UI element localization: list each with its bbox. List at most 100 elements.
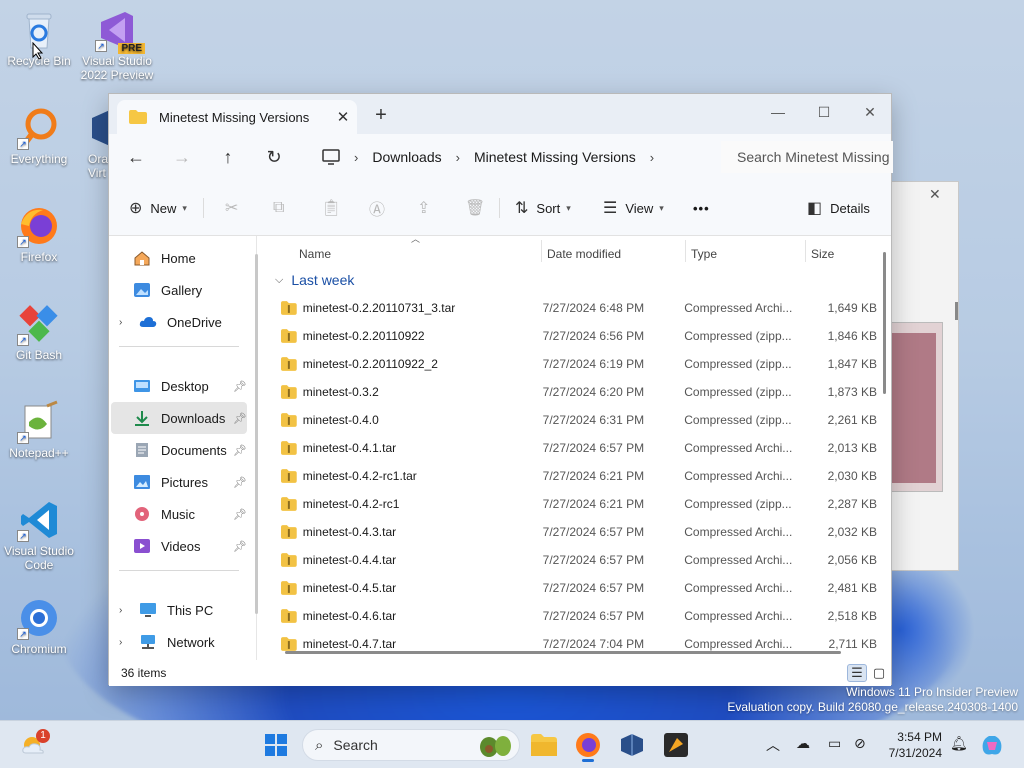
breadcrumb-downloads[interactable]: Downloads [372,149,441,165]
file-type: Compressed Archi... [684,581,793,595]
file-row[interactable]: minetest-0.2.20110731_3.tar 7/27/2024 6:4… [281,294,877,322]
maximize-button[interactable]: ☐ [801,98,847,126]
file-row[interactable]: minetest-0.4.2-rc1.tar 7/27/2024 6:21 PM C… [281,462,877,490]
sidebar-item-network[interactable]: › Network [111,626,247,658]
pin-icon[interactable]: 📌︎ [233,540,247,553]
sidebar-item-music[interactable]: Music 📌︎ [111,498,247,530]
view-button[interactable]: ☰ View ▾ [603,198,664,218]
background-window-close-icon[interactable]: ✕ [929,186,941,203]
sidebar-item-desktop[interactable]: Desktop 📌︎ [111,370,247,402]
pin-icon[interactable]: 📌︎ [233,444,247,457]
sidebar-item-videos[interactable]: Videos 📌︎ [111,530,247,562]
share-icon[interactable]: ⇪ [417,198,430,218]
sidebar-item-home[interactable]: Home [111,242,247,274]
sort-button[interactable]: ⇅ Sort ▾ [515,198,571,218]
details-view-icon[interactable]: ☰ [847,664,867,682]
display-icon[interactable]: ▭ [828,735,841,752]
chevron-right-icon[interactable]: › [119,605,133,616]
chevron-right-icon[interactable]: › [650,150,654,165]
breadcrumb-current-folder[interactable]: Minetest Missing Versions [474,149,636,165]
forward-arrow-icon[interactable]: → [159,147,205,168]
tab-close-icon[interactable]: ✕ [329,108,357,126]
column-header-name[interactable]: Name [299,242,331,266]
notification-bell-icon[interactable]: 🔔︎ [950,735,968,752]
delete-icon[interactable]: 🗑︎ [465,198,485,218]
chevron-right-icon[interactable]: › [119,317,133,328]
refresh-icon[interactable]: ↻ [251,147,297,168]
taskbar-search-box[interactable]: ⌕ Search [302,729,520,761]
column-header-type[interactable]: Type [691,242,717,266]
copy-icon[interactable]: ⧉ [273,198,284,218]
file-date-modified: 7/27/2024 6:21 PM [542,469,645,483]
desktop-icon-virtualbox[interactable]: Ora Virt [78,106,108,180]
desktop-icon-visual-studio[interactable]: PRE ↗ Visual Studio 2022 Preview [78,8,156,82]
desktop-icon-chromium[interactable]: ↗ Chromium [0,596,78,656]
start-button[interactable] [260,729,292,761]
column-divider[interactable] [541,240,542,262]
column-divider[interactable] [685,240,686,262]
chevron-up-icon[interactable]: ︿ [766,735,780,755]
address-bar[interactable]: › Downloads › Minetest Missing Versions … [312,141,712,173]
desktop-icon-notepadpp[interactable]: ↗ Notepad++ [0,400,78,460]
paste-icon[interactable]: 📋︎ [321,198,341,218]
horizontal-scrollbar[interactable] [285,651,841,654]
file-explorer-window[interactable]: Minetest Missing Versions ✕ + — ☐ ✕ ← → … [108,93,893,686]
taskbar-virtualbox[interactable] [616,729,648,761]
system-clock[interactable]: 3:54 PM 7/31/2024 [880,729,942,761]
desktop-icon-git-bash[interactable]: ↗ Git Bash [0,302,78,362]
sidebar-item-documents[interactable]: Documents 📌︎ [111,434,247,466]
back-arrow-icon[interactable]: ← [113,147,159,168]
pin-icon[interactable]: 📌︎ [233,476,247,489]
desktop-icon-everything[interactable]: ↗ Everything [0,106,78,166]
search-input[interactable]: Search Minetest Missing Versions [721,141,893,173]
file-row[interactable]: minetest-0.4.1.tar 7/27/2024 6:57 PM Compr… [281,434,877,462]
rename-icon[interactable]: Ⓐ [369,198,385,219]
pin-icon[interactable]: 📌︎ [233,412,247,425]
file-row[interactable]: minetest-0.3.2 7/27/2024 6:20 PM Compresse… [281,378,877,406]
file-row[interactable]: minetest-0.4.5.tar 7/27/2024 6:57 PM Compr… [281,574,877,602]
weather-widget[interactable]: 1 [18,729,50,761]
file-row[interactable]: minetest-0.4.2-rc1 7/27/2024 6:21 PM Compr… [281,490,877,518]
pin-icon[interactable]: 📌︎ [233,380,247,393]
details-button[interactable]: ◧ Details [807,198,870,218]
file-row[interactable]: minetest-0.2.20110922_2 7/27/2024 6:19 PM… [281,350,877,378]
copilot-button[interactable] [976,729,1008,761]
file-row[interactable]: minetest-0.4.6.tar 7/27/2024 6:57 PM Compr… [281,602,877,630]
new-tab-button[interactable]: + [371,104,391,127]
sidebar-item-pictures[interactable]: Pictures 📌︎ [111,466,247,498]
close-button[interactable]: ✕ [847,98,893,126]
chevron-right-icon[interactable]: › [119,637,133,648]
file-row[interactable]: minetest-0.4.0 7/27/2024 6:31 PM Compresse… [281,406,877,434]
new-button[interactable]: ⊕ New ▾ [129,198,187,218]
column-header-date-modified[interactable]: Date modified [547,242,621,266]
more-options-button[interactable]: ••• [693,198,710,218]
large-icons-view-icon[interactable]: ▢ [869,664,889,682]
sidebar-scrollbar[interactable] [255,254,258,614]
taskbar-firefox[interactable] [572,729,604,762]
sidebar-item-onedrive[interactable]: › OneDrive [111,306,247,338]
cut-icon[interactable]: ✂ [225,198,238,218]
cloud-offline-icon[interactable]: ☁︎ [796,735,810,752]
tab-minetest-missing-versions[interactable]: Minetest Missing Versions ✕ [117,100,357,134]
title-bar[interactable]: Minetest Missing Versions ✕ + — ☐ ✕ [109,94,891,134]
minimize-button[interactable]: — [755,98,801,126]
file-row[interactable]: minetest-0.4.3.tar 7/27/2024 6:57 PM Compr… [281,518,877,546]
file-row[interactable]: minetest-0.4.4.tar 7/27/2024 6:57 PM Compr… [281,546,877,574]
taskbar-file-explorer[interactable] [528,729,560,761]
group-header-last-week[interactable]: ⌵ Last week [275,270,354,290]
network-status-icon[interactable]: ⊘ [854,735,866,752]
taskbar-app[interactable] [660,729,692,761]
vertical-scrollbar[interactable] [883,252,886,394]
sidebar-item-downloads[interactable]: Downloads 📌︎ [111,402,247,434]
sidebar-item-this-pc[interactable]: › This PC [111,594,247,626]
column-divider[interactable] [805,240,806,262]
file-row[interactable]: minetest-0.2.20110922 7/27/2024 6:56 PM Co… [281,322,877,350]
background-window-scrollbar[interactable] [955,302,958,320]
desktop-icon-vscode[interactable]: ↗ Visual Studio Code [0,498,78,572]
desktop-icon-firefox[interactable]: ↗ Firefox [0,204,78,264]
pin-icon[interactable]: 📌︎ [233,508,247,521]
up-arrow-icon[interactable]: ↑ [205,147,251,168]
sidebar-divider [119,570,239,571]
column-header-size[interactable]: Size [811,242,834,266]
sidebar-item-gallery[interactable]: Gallery [111,274,247,306]
